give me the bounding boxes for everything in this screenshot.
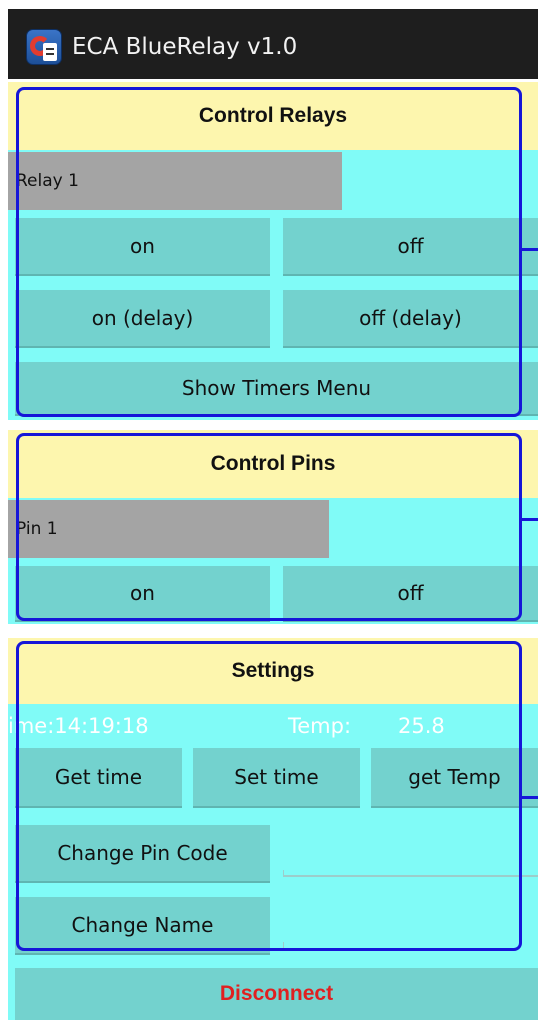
pins-frame — [16, 433, 522, 621]
app-title: ECA BlueRelay v1.0 — [72, 34, 298, 60]
settings-frame-connector — [520, 796, 538, 799]
eca-app-icon — [26, 29, 62, 65]
disconnect-button[interactable]: Disconnect — [15, 968, 538, 1020]
relays-frame — [16, 87, 522, 417]
settings-frame — [16, 641, 522, 951]
relays-frame-connector — [520, 248, 538, 251]
pins-frame-connector — [520, 518, 538, 521]
